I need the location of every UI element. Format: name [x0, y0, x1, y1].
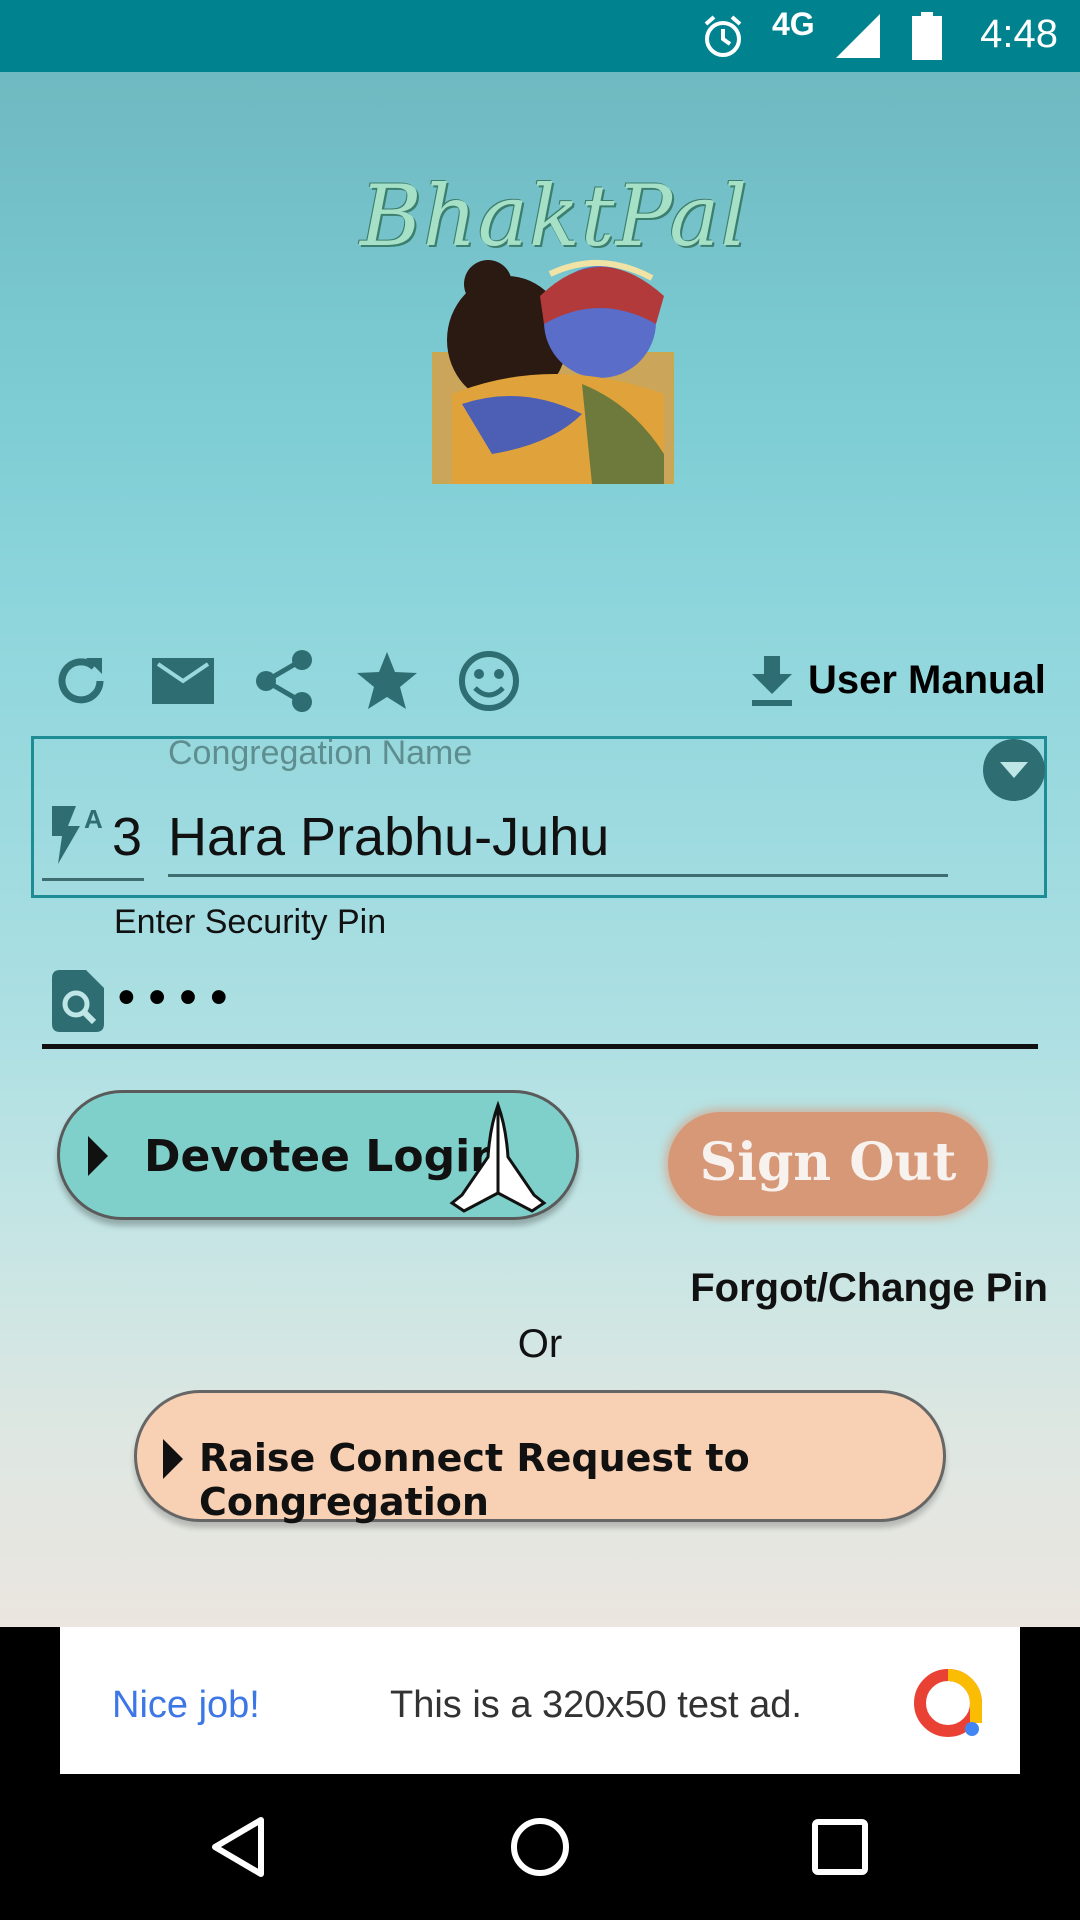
forgot-change-pin-link[interactable]: Forgot/Change Pin	[690, 1266, 1048, 1311]
home-icon[interactable]	[507, 1814, 573, 1880]
security-pin-input[interactable]: ••••	[118, 970, 241, 1025]
status-bar: 4G 4:48	[0, 0, 1080, 72]
congregation-dropdown-button[interactable]	[983, 739, 1045, 801]
svg-text:A: A	[84, 804, 103, 834]
back-icon[interactable]	[207, 1814, 273, 1880]
hero-image	[432, 259, 674, 484]
signal-icon	[836, 14, 880, 58]
flash-auto-icon: A	[52, 804, 103, 864]
congregation-number: 3	[112, 807, 143, 867]
ad-logo-icon	[914, 1669, 982, 1737]
user-manual-link[interactable]: User Manual	[748, 652, 1046, 708]
test-ad-banner[interactable]: Nice job! This is a 320x50 test ad.	[60, 1627, 1020, 1774]
network-type: 4G	[772, 6, 815, 42]
congregation-value[interactable]: Hara Prabhu-Juhu	[168, 806, 609, 868]
clock: 4:48	[980, 12, 1058, 56]
raise-connect-request-button[interactable]: Raise Connect Request to Congregation	[134, 1390, 946, 1524]
navigation-bar	[0, 1774, 1080, 1920]
sign-out-label: Sign Out	[699, 1132, 957, 1193]
security-pin-label: Enter Security Pin	[114, 903, 387, 941]
refresh-icon[interactable]	[48, 648, 114, 714]
ad-headline: Nice job!	[112, 1684, 260, 1726]
praying-hands-icon	[449, 1100, 547, 1213]
user-manual-label: User Manual	[808, 657, 1046, 702]
congregation-underline	[168, 874, 948, 877]
pin-search-icon	[52, 970, 104, 1032]
or-separator: Or	[517, 1322, 563, 1366]
sign-out-button[interactable]: Sign Out	[668, 1112, 988, 1216]
share-icon[interactable]	[252, 648, 318, 714]
raise-connect-label: Raise Connect Request to Congregation	[199, 1436, 750, 1524]
congregation-label: Congregation Name	[168, 734, 473, 772]
smiley-icon[interactable]	[456, 648, 522, 714]
chevron-down-icon	[1000, 762, 1028, 778]
chevron-right-icon	[163, 1439, 183, 1479]
mail-icon[interactable]	[150, 648, 216, 714]
app-content: BhaktPal User Manual Congregation Name A…	[0, 72, 1080, 1627]
ad-message: This is a 320x50 test ad.	[390, 1684, 802, 1726]
download-icon	[752, 656, 792, 706]
recents-icon[interactable]	[807, 1814, 873, 1880]
pin-underline	[42, 1044, 1038, 1049]
alarm-icon	[704, 15, 742, 57]
chevron-right-icon	[88, 1136, 108, 1176]
devotee-login-button[interactable]: Devotee Login	[57, 1090, 579, 1220]
battery-icon	[912, 12, 942, 60]
star-icon[interactable]	[354, 648, 420, 714]
